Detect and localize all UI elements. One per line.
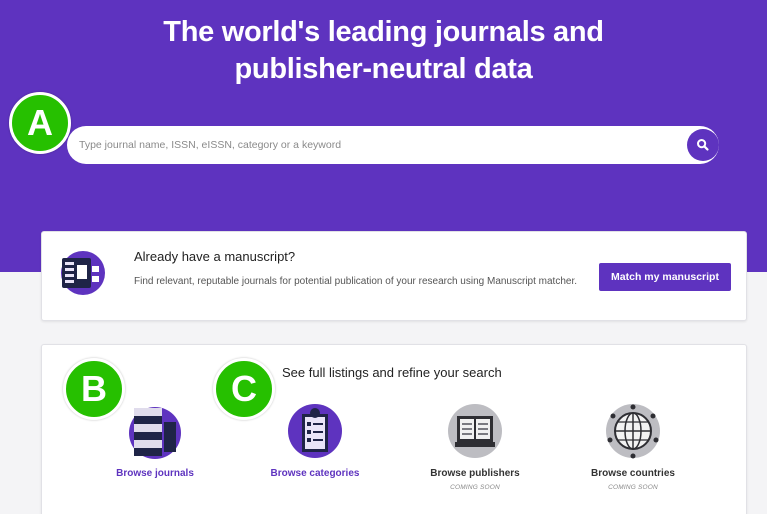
publishers-coming-soon: COMING SOON <box>450 484 500 491</box>
manuscript-document-icon <box>61 251 105 295</box>
search-input[interactable] <box>79 126 669 164</box>
countries-coming-soon: COMING SOON <box>608 484 658 491</box>
match-manuscript-button[interactable]: Match my manuscript <box>599 263 731 291</box>
manuscript-description: Find relevant, reputable journals for po… <box>134 276 578 287</box>
publishers-book-icon <box>448 404 502 458</box>
hero-title-line-2: publisher-neutral data <box>234 53 533 85</box>
manuscript-title: Already have a manuscript? <box>134 249 296 264</box>
browse-categories-label[interactable]: Browse categories <box>245 468 385 479</box>
search-button[interactable] <box>687 129 719 161</box>
browse-countries-item: Browse countries COMING SOON <box>563 400 703 491</box>
browse-card: See full listings and refine your search… <box>41 344 747 514</box>
browse-categories-item[interactable]: Browse categories <box>245 400 385 479</box>
search-bar <box>67 126 719 164</box>
annotation-badge-c: C <box>213 358 275 420</box>
manuscript-card: Already have a manuscript? Find relevant… <box>41 231 747 321</box>
hero-title: The world's leading journals and publish… <box>0 14 767 88</box>
browse-publishers-item: Browse publishers COMING SOON <box>405 400 545 491</box>
annotation-badge-b: B <box>63 358 125 420</box>
annotation-badge-a: A <box>9 92 71 154</box>
journals-stack-icon <box>129 407 181 459</box>
browse-journals-label[interactable]: Browse journals <box>85 468 225 479</box>
browse-heading: See full listings and refine your search <box>282 365 502 380</box>
browse-countries-label: Browse countries <box>591 468 675 479</box>
browse-publishers-label: Browse publishers <box>430 468 520 479</box>
countries-globe-icon <box>606 404 660 459</box>
search-icon <box>697 139 709 151</box>
hero-title-line-1: The world's leading journals and <box>163 16 604 48</box>
categories-clipboard-icon <box>288 404 342 458</box>
